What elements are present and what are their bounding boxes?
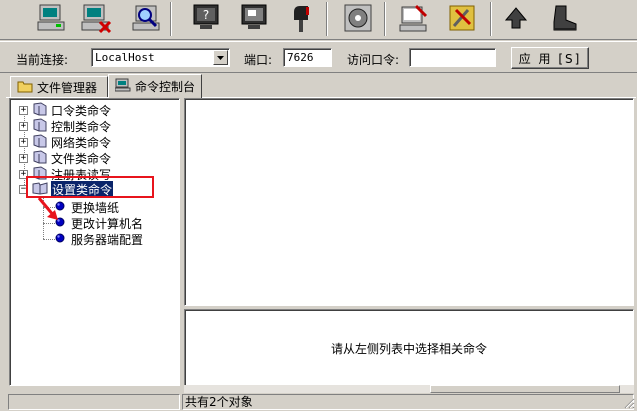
current-connection-select[interactable]: LocalHost xyxy=(91,48,230,67)
horizontal-scrollbar[interactable] xyxy=(184,385,634,393)
password-input[interactable] xyxy=(409,48,496,67)
disk-settings-icon[interactable] xyxy=(340,1,376,35)
expand-plus-icon[interactable]: + xyxy=(19,169,28,179)
monitor-screen-icon[interactable] xyxy=(236,1,272,35)
folder-icon xyxy=(17,79,33,96)
tree-node-server-config[interactable]: 服务器端配置 xyxy=(55,231,143,247)
tab-file-manager[interactable]: 文件管理器 xyxy=(10,76,108,97)
tree-node-label: 更改计算机名 xyxy=(71,216,144,231)
expand-plus-icon[interactable]: + xyxy=(19,105,28,115)
tree-node-file-commands[interactable]: + 文件类命令 xyxy=(19,149,112,167)
tree-node-label: 更换墙纸 xyxy=(71,200,120,215)
command-detail-panel[interactable] xyxy=(184,98,634,306)
apply-button[interactable]: 应 用 [S] xyxy=(511,47,589,69)
tools-icon[interactable] xyxy=(444,1,480,35)
current-connection-label: 当前连接: xyxy=(16,53,69,67)
status-cell-left xyxy=(8,394,180,410)
resize-grip-icon[interactable] xyxy=(623,397,635,409)
expand-plus-icon[interactable]: + xyxy=(19,137,28,147)
toolbar-separator xyxy=(490,2,492,36)
tab-label: 命令控制台 xyxy=(135,80,196,94)
status-cell-count: 共有2个对象 xyxy=(182,394,634,410)
svg-text:?: ? xyxy=(203,8,209,22)
tab-label: 文件管理器 xyxy=(37,80,98,95)
toolbar-separator xyxy=(384,2,386,36)
tree-node-control-commands[interactable]: + 控制类命令 xyxy=(19,117,112,135)
computer-green-icon[interactable] xyxy=(34,1,70,35)
tree-node-settings-commands[interactable]: − 设置类命令 xyxy=(19,180,114,198)
computer-red-x-icon[interactable] xyxy=(78,1,114,35)
command-hint-panel: 请从左侧列表中选择相关命令 xyxy=(184,309,634,387)
tree-node-label: 文件类命令 xyxy=(51,151,112,166)
notepad-pen-icon[interactable] xyxy=(396,1,432,35)
collapse-minus-icon[interactable]: − xyxy=(19,184,28,194)
tree-node-label: 控制类命令 xyxy=(51,119,112,134)
password-label: 访问口令: xyxy=(347,53,400,67)
book-icon xyxy=(32,149,48,167)
toolbar-separator xyxy=(170,2,172,36)
tree-node-password-commands[interactable]: + 口令类命令 xyxy=(19,101,112,119)
status-bar: 共有2个对象 xyxy=(0,393,637,411)
open-book-icon xyxy=(32,181,48,198)
port-input[interactable]: 7626 xyxy=(283,48,332,67)
book-icon xyxy=(32,133,48,151)
magnifier-computer-icon[interactable] xyxy=(128,1,164,35)
status-count-text: 共有2个对象 xyxy=(185,395,253,409)
tree-node-label: 服务器端配置 xyxy=(71,232,144,247)
scrollbar-thumb[interactable] xyxy=(430,385,620,393)
tree-node-label: 网络类命令 xyxy=(51,135,112,150)
port-label: 端口: xyxy=(244,53,273,67)
monitor-question-icon[interactable]: ? xyxy=(188,1,224,35)
tree-node-label: 口令类命令 xyxy=(51,103,112,118)
boot-icon[interactable] xyxy=(546,1,582,35)
command-tree[interactable]: + 口令类命令 + 控制类命令 + 网络类命令 + 文件类命令 + 注册表读写 … xyxy=(9,98,180,386)
arrow-up-icon[interactable] xyxy=(498,1,534,35)
toolbar: ? xyxy=(0,0,637,40)
toolbar-separator xyxy=(326,2,328,36)
tab-command-console[interactable]: 命令控制台 xyxy=(108,74,202,98)
tree-node-rename-computer[interactable]: 更改计算机名 xyxy=(55,215,143,231)
hint-text: 请从左侧列表中选择相关命令 xyxy=(330,341,487,356)
port-value: 7626 xyxy=(287,51,314,64)
current-connection-value: LocalHost xyxy=(95,51,155,64)
book-icon xyxy=(32,101,48,119)
tree-node-label: 设置类命令 xyxy=(51,180,114,198)
tree-node-network-commands[interactable]: + 网络类命令 xyxy=(19,133,112,151)
book-icon xyxy=(32,117,48,135)
annotation-arrow-icon xyxy=(37,197,58,220)
mailbox-icon[interactable] xyxy=(284,1,320,35)
computer-console-icon xyxy=(114,78,131,95)
expand-plus-icon[interactable]: + xyxy=(19,153,28,163)
apply-button-label: 应 用 [S] xyxy=(518,51,582,66)
chevron-down-icon[interactable] xyxy=(213,50,228,65)
bullet-icon xyxy=(55,232,65,246)
expand-plus-icon[interactable]: + xyxy=(19,121,28,131)
